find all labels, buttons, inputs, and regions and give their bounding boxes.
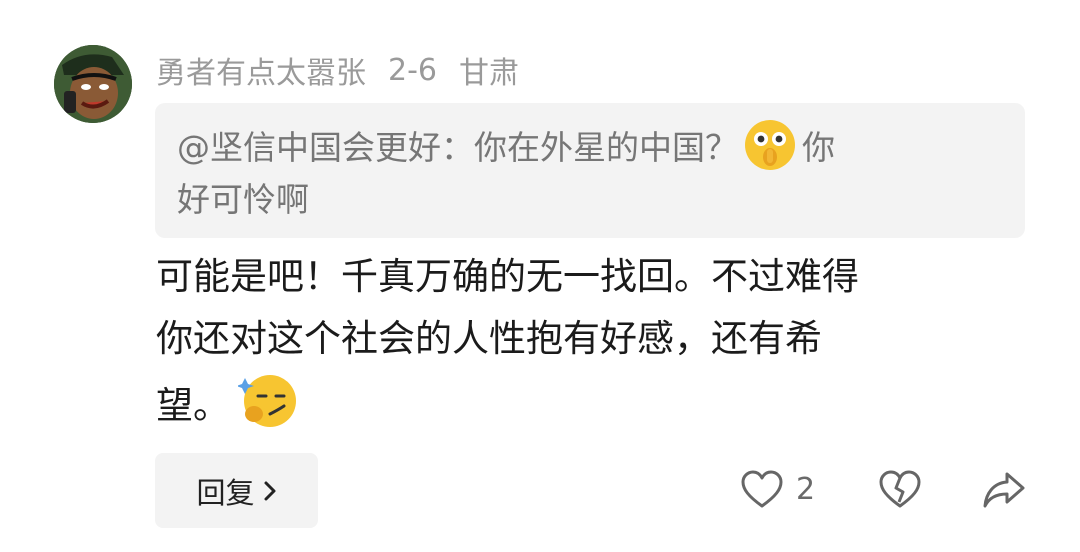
reply-label: 回复	[196, 475, 255, 510]
comment-meta: 勇者有点太嚣张 2-6 甘肃	[156, 48, 519, 92]
shushing-face-emoji	[742, 117, 798, 173]
like-button[interactable]	[740, 470, 784, 510]
comment-line-2: 你还对这个社会的人性抱有好感，还有希	[156, 317, 822, 360]
dislike-button[interactable]	[878, 470, 922, 510]
comment-date: 2-6	[388, 52, 437, 88]
quoted-text-prefix: @坚信中国会更好：你在外星的中国？	[177, 128, 738, 167]
comment-location: 甘肃	[459, 56, 519, 91]
share-button[interactable]	[982, 470, 1026, 510]
smug-thinking-face-emoji	[236, 370, 300, 432]
avatar[interactable]	[54, 45, 132, 123]
username[interactable]: 勇者有点太嚣张	[156, 48, 366, 92]
reply-button[interactable]: 回复	[155, 453, 318, 528]
broken-heart-icon	[879, 470, 921, 508]
comment-line-3: 望。	[156, 384, 230, 427]
avatar-image	[54, 45, 132, 123]
chevron-right-icon	[264, 481, 275, 500]
heart-icon	[741, 470, 783, 508]
comment-body: 可能是吧！千真万确的无一找回。不过难得 你还对这个社会的人性抱有好感，还有希 望…	[156, 246, 1006, 437]
quoted-text-line2: 好可怜啊	[177, 180, 309, 219]
quoted-reply[interactable]: @坚信中国会更好：你在外星的中国？ 你 好可怜啊	[155, 103, 1025, 238]
like-count: 2	[796, 472, 816, 507]
comment-line-1: 可能是吧！千真万确的无一找回。不过难得	[156, 255, 859, 298]
quoted-text-suffix: 你	[802, 128, 835, 167]
share-icon	[983, 472, 1025, 508]
